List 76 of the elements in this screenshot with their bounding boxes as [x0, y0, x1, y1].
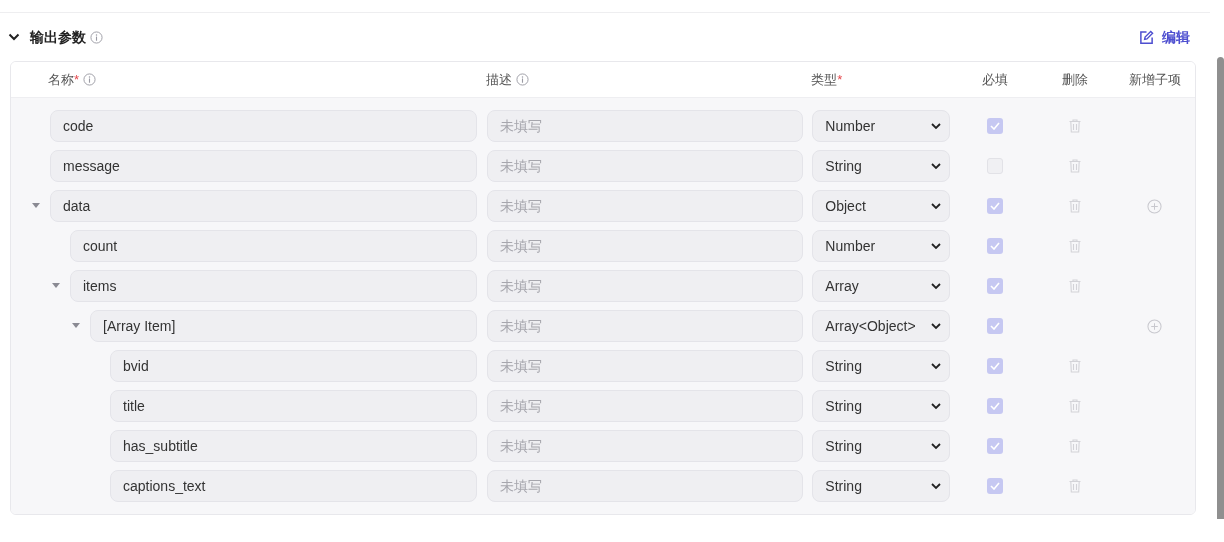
required-checkbox[interactable] — [987, 198, 1004, 214]
type-select[interactable]: Number — [812, 110, 951, 142]
name-field[interactable]: count — [70, 230, 477, 262]
trash-icon[interactable] — [1068, 279, 1081, 293]
chevron-down-icon — [931, 122, 942, 130]
chevron-down-icon — [931, 322, 942, 330]
trash-icon[interactable] — [1068, 199, 1081, 213]
required-checkbox[interactable] — [987, 358, 1004, 374]
type-select[interactable]: String — [812, 150, 951, 182]
column-header: 描述 — [485, 70, 512, 89]
required-checkbox[interactable] — [987, 398, 1004, 414]
column-header: 必填 — [982, 70, 1009, 89]
type-select[interactable]: String — [812, 430, 951, 462]
type-select[interactable]: Number — [812, 230, 951, 262]
type-select[interactable]: String — [812, 390, 951, 422]
check-icon — [990, 402, 1001, 410]
chevron-down-icon — [931, 242, 942, 250]
chevron-down-icon — [931, 442, 942, 450]
section-title: 输出参数 — [30, 27, 86, 47]
type-select[interactable]: Object — [812, 190, 951, 222]
check-icon — [990, 282, 1001, 290]
required-checkbox[interactable] — [987, 478, 1004, 494]
required-checkbox[interactable] — [987, 118, 1004, 134]
expand-toggle-icon[interactable] — [71, 323, 80, 329]
trash-icon[interactable] — [1068, 479, 1081, 493]
trash-icon[interactable] — [1068, 359, 1081, 373]
name-field[interactable]: message — [50, 150, 477, 182]
trash-icon[interactable] — [1068, 119, 1081, 133]
required-checkbox[interactable] — [987, 278, 1004, 294]
name-field[interactable]: bvid — [110, 350, 477, 382]
name-field[interactable]: captions_text — [110, 470, 477, 502]
check-icon — [990, 202, 1001, 210]
column-header: 名称 — [48, 70, 74, 89]
column-header: 新增子项 — [1128, 70, 1181, 89]
name-field[interactable]: [Array Item] — [90, 310, 477, 342]
check-icon — [990, 242, 1001, 250]
column-header: 删除 — [1061, 70, 1088, 89]
expand-toggle-icon[interactable] — [31, 203, 40, 209]
name-field[interactable]: title — [110, 390, 477, 422]
check-icon — [990, 442, 1001, 450]
check-icon — [990, 482, 1001, 490]
required-mark: * — [837, 70, 843, 89]
chevron-down-icon — [931, 482, 942, 490]
chevron-down-icon — [931, 402, 942, 410]
required-mark: * — [74, 70, 80, 89]
scrollbar[interactable] — [1216, 57, 1224, 519]
name-field[interactable]: data — [50, 190, 477, 222]
chevron-down-icon — [931, 202, 942, 210]
add-circle-icon[interactable] — [1147, 318, 1162, 334]
chevron-down-icon[interactable] — [8, 33, 20, 41]
check-icon — [990, 122, 1001, 130]
trash-icon[interactable] — [1068, 399, 1081, 413]
info-icon — [90, 30, 103, 44]
required-checkbox[interactable] — [987, 438, 1004, 454]
chevron-down-icon — [931, 162, 942, 170]
name-field[interactable]: code — [50, 110, 477, 142]
chevron-down-icon — [931, 282, 942, 290]
required-checkbox[interactable] — [987, 318, 1004, 334]
chevron-down-icon — [931, 362, 942, 370]
name-field[interactable]: items — [70, 270, 477, 302]
check-icon — [990, 362, 1001, 370]
trash-icon[interactable] — [1068, 439, 1081, 453]
trash-icon[interactable] — [1068, 239, 1081, 253]
edit-icon — [1139, 29, 1154, 45]
check-icon — [990, 322, 1001, 330]
add-circle-icon[interactable] — [1147, 198, 1163, 214]
type-select[interactable]: String — [812, 350, 951, 382]
edit-button[interactable]: 编辑 — [1139, 26, 1190, 48]
type-select[interactable]: String — [812, 470, 951, 502]
trash-icon[interactable] — [1068, 159, 1081, 173]
type-select[interactable]: Array — [812, 270, 951, 302]
type-select[interactable]: Array<Object> — [812, 310, 951, 342]
column-header: 类型 — [811, 70, 838, 89]
name-field[interactable]: has_subtitle — [110, 430, 477, 462]
expand-toggle-icon[interactable] — [51, 283, 60, 289]
required-checkbox[interactable] — [987, 238, 1004, 254]
